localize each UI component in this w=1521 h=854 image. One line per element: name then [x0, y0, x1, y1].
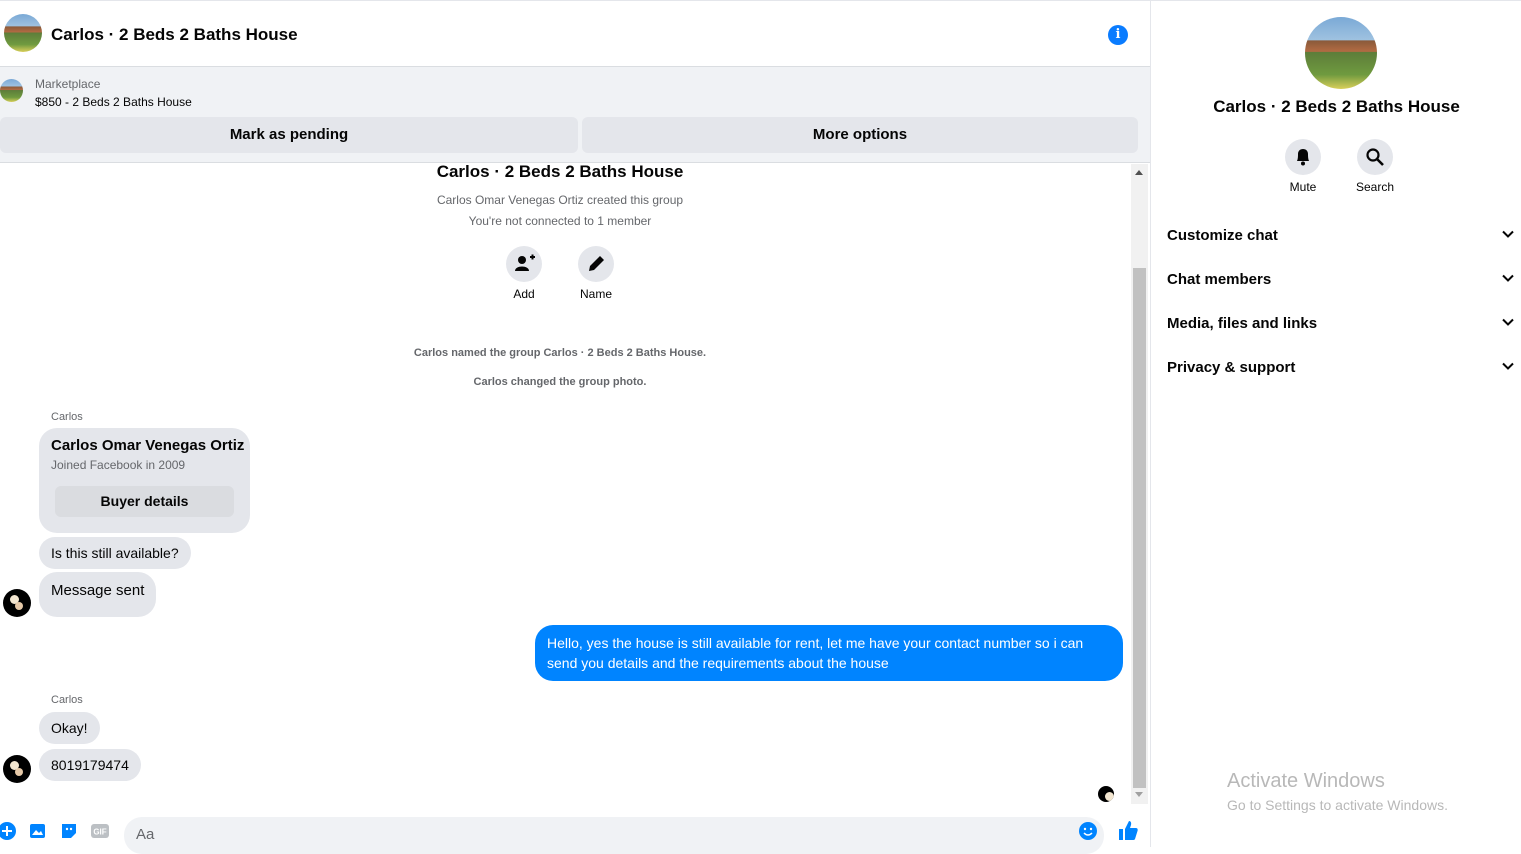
chat-header: Carlos · 2 Beds 2 Baths House i	[0, 1, 1150, 67]
info-icon[interactable]: i	[1108, 25, 1128, 45]
gif-icon[interactable]: GIF	[90, 821, 110, 841]
sticker-icon[interactable]	[59, 821, 79, 841]
section-customize-chat[interactable]: Customize chat	[1151, 214, 1521, 258]
buyer-profile-card: Carlos Omar Venegas Ortiz Joined Faceboo…	[39, 428, 250, 533]
scroll-up-arrow[interactable]	[1135, 170, 1143, 175]
chevron-down-icon	[1502, 230, 1514, 238]
sender-name: Carlos	[51, 411, 83, 423]
read-receipt-avatar	[1098, 786, 1114, 802]
marketplace-label: Marketplace	[35, 77, 101, 91]
chevron-down-icon	[1502, 318, 1514, 326]
more-options-button[interactable]: More options	[582, 117, 1138, 153]
mark-pending-button[interactable]: Mark as pending	[0, 117, 578, 153]
like-icon[interactable]	[1117, 818, 1139, 842]
message-input[interactable]: Aa	[124, 817, 1104, 854]
listing-thumbnail[interactable]	[0, 79, 23, 102]
sidebar-title: Carlos · 2 Beds 2 Baths House	[1213, 97, 1460, 116]
buyer-joined: Joined Facebook in 2009	[51, 458, 186, 472]
chat-info-sidebar: Carlos · 2 Beds 2 Baths House Mute Searc…	[1150, 0, 1521, 847]
section-media-files-links[interactable]: Media, files and links	[1151, 302, 1521, 346]
group-avatar[interactable]	[4, 14, 42, 52]
chat-main: Carlos · 2 Beds 2 Baths House i Marketpl…	[0, 0, 1150, 854]
section-label: Privacy & support	[1167, 359, 1296, 376]
add-person-icon	[515, 254, 535, 271]
message-thread[interactable]: Carlos · 2 Beds 2 Baths House Carlos Oma…	[0, 164, 1130, 804]
listing-title[interactable]: $850 - 2 Beds 2 Baths House	[35, 95, 192, 109]
section-privacy-support[interactable]: Privacy & support	[1151, 346, 1521, 390]
message-bubble[interactable]: Okay!	[39, 712, 100, 744]
scroll-down-arrow[interactable]	[1135, 792, 1143, 797]
chevron-down-icon	[1502, 362, 1514, 370]
search-icon	[1366, 148, 1384, 166]
bell-icon	[1297, 149, 1309, 166]
section-label: Chat members	[1167, 271, 1272, 288]
chat-title[interactable]: Carlos · 2 Beds 2 Baths House	[51, 25, 298, 45]
section-chat-members[interactable]: Chat members	[1151, 258, 1521, 302]
scroll-thumb[interactable]	[1133, 268, 1146, 788]
add-member-button[interactable]	[506, 246, 542, 282]
group-photo[interactable]	[1305, 17, 1377, 89]
search-button[interactable]	[1357, 139, 1393, 175]
composer: GIF Aa	[0, 807, 1150, 854]
add-label: Add	[513, 287, 535, 301]
message-bubble-sent[interactable]: Hello, yes the house is still available …	[535, 625, 1123, 681]
marketplace-banner: Marketplace $850 - 2 Beds 2 Baths House …	[0, 67, 1150, 163]
message-bubble[interactable]: Message sent	[39, 572, 157, 617]
emoji-icon[interactable]	[1078, 821, 1098, 841]
activate-windows-subtext: Go to Settings to activate Windows.	[1227, 797, 1448, 813]
message-bubble[interactable]: 8019179474	[39, 749, 141, 781]
name-group-button[interactable]	[578, 246, 614, 282]
buyer-name: Carlos Omar Venegas Ortiz	[51, 437, 245, 454]
thread-title: Carlos · 2 Beds 2 Baths House	[436, 164, 684, 181]
mute-label: Mute	[1289, 180, 1317, 194]
pencil-icon	[589, 256, 604, 271]
sender-name: Carlos	[51, 694, 83, 706]
sender-avatar[interactable]	[3, 755, 31, 783]
section-label: Media, files and links	[1167, 315, 1318, 332]
message-bubble[interactable]: Is this still available?	[39, 537, 191, 569]
plus-icon[interactable]	[0, 821, 17, 841]
svg-text:GIF: GIF	[93, 828, 106, 837]
name-label: Name	[579, 287, 612, 301]
system-message: Carlos named the group Carlos · 2 Beds 2…	[413, 347, 707, 359]
buyer-details-button[interactable]: Buyer details	[55, 486, 234, 517]
photo-icon[interactable]	[28, 821, 48, 841]
not-connected-text: You're not connected to 1 member	[468, 214, 652, 228]
thread-scrollbar[interactable]	[1131, 164, 1148, 804]
sender-avatar[interactable]	[3, 589, 31, 617]
activate-windows-watermark: Activate Windows	[1227, 770, 1385, 792]
group-created-text: Carlos Omar Venegas Ortiz created this g…	[436, 193, 684, 207]
search-label: Search	[1355, 180, 1395, 194]
mute-button[interactable]	[1285, 139, 1321, 175]
chevron-down-icon	[1502, 274, 1514, 282]
section-label: Customize chat	[1167, 227, 1278, 244]
system-message: Carlos changed the group photo.	[473, 376, 647, 388]
